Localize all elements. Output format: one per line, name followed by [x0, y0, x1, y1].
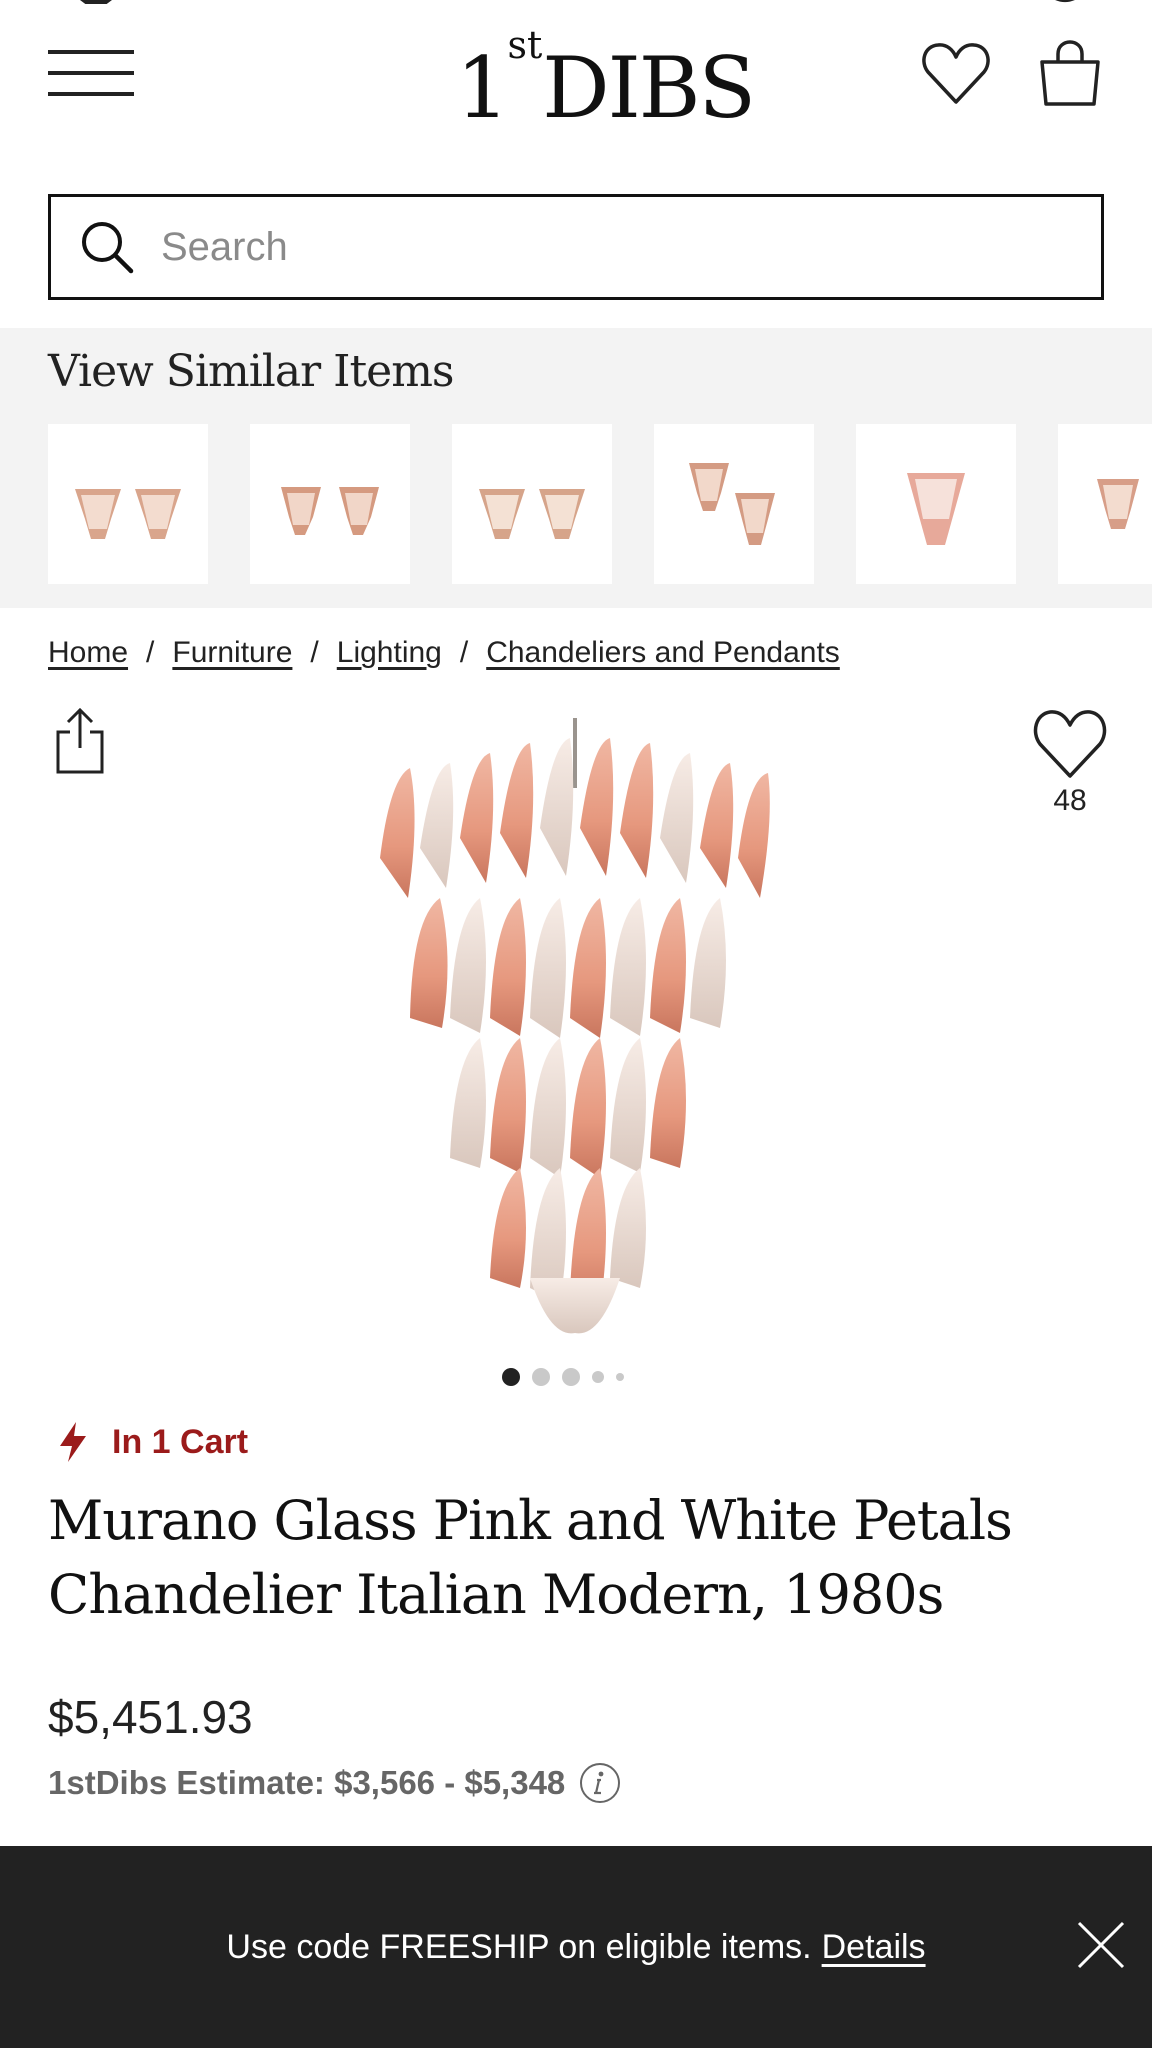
menu-button[interactable] — [48, 48, 134, 98]
lightning-bolt-icon — [60, 1422, 86, 1462]
estimate-text: 1stDibs Estimate: $3,566 - $5,348 — [48, 1764, 566, 1801]
account-icon[interactable] — [66, 0, 126, 8]
hamburger-menu-icon — [48, 50, 134, 54]
promo-banner: Use code FREESHIP on eligible items. Det… — [0, 1846, 1152, 2048]
site-logo[interactable]: 1stDIBS — [456, 23, 756, 133]
similar-items-carousel[interactable] — [48, 424, 1152, 584]
similar-items-section: View Similar Items — [0, 328, 1152, 608]
in-cart-text: In 1 Cart — [112, 1422, 249, 1461]
info-icon[interactable] — [579, 1762, 621, 1804]
hamburger-line — [48, 71, 134, 75]
product-title-line: Chandelier Italian Modern, 1980s — [48, 1563, 944, 1626]
similar-item-thumbnail[interactable] — [1058, 424, 1152, 584]
logo-rest: DIBS — [542, 39, 756, 137]
site-header: 1stDIBS — [0, 0, 1152, 160]
hamburger-line — [48, 92, 134, 96]
heart-icon[interactable] — [920, 38, 992, 110]
close-icon[interactable] — [1076, 1920, 1126, 1970]
chandelier-pair-image — [75, 489, 181, 539]
image-carousel-dots — [502, 1368, 624, 1386]
favorite-count: 48 — [1053, 784, 1087, 817]
chandelier-pair-image — [1097, 479, 1139, 529]
breadcrumb-chandeliers[interactable]: Chandeliers and Pendants — [486, 636, 840, 670]
breadcrumb-separator: / — [146, 636, 155, 669]
promo-content: Use code FREESHIP on eligible items. Det… — [0, 1846, 1152, 2048]
breadcrumb-lighting[interactable]: Lighting — [337, 636, 442, 670]
search-icon — [82, 222, 134, 274]
similar-item-thumbnail[interactable] — [48, 424, 208, 584]
breadcrumb: Home / Furniture / Lighting / Chandelier… — [48, 636, 840, 670]
search-bar[interactable] — [48, 194, 1104, 300]
favorite-heart-icon[interactable] — [1030, 704, 1110, 784]
chandelier-image — [907, 473, 965, 545]
product-title-line: Murano Glass Pink and White Petals — [48, 1489, 1013, 1552]
price-estimate: 1stDibs Estimate: $3,566 - $5,348 — [48, 1762, 621, 1804]
breadcrumb-furniture[interactable]: Furniture — [172, 636, 292, 670]
carousel-dot[interactable] — [532, 1368, 550, 1386]
shopping-bag-icon[interactable] — [1034, 38, 1106, 110]
similar-item-thumbnail[interactable] — [856, 424, 1016, 584]
carousel-dot-active[interactable] — [502, 1368, 520, 1386]
share-icon[interactable] — [52, 704, 108, 776]
product-title: Murano Glass Pink and White Petals Chand… — [48, 1484, 1108, 1632]
search-input[interactable] — [161, 224, 1061, 270]
chandelier-pair-image — [689, 463, 775, 545]
breadcrumb-separator: / — [459, 636, 469, 669]
similar-items-title: View Similar Items — [48, 346, 454, 397]
logo-sup: st — [507, 23, 543, 67]
carousel-dot[interactable] — [562, 1368, 580, 1386]
in-cart-indicator: In 1 Cart — [56, 1420, 248, 1464]
promo-text: Use code FREESHIP on eligible items. — [226, 1927, 812, 1966]
similar-item-thumbnail[interactable] — [250, 424, 410, 584]
chat-icon[interactable] — [1040, 0, 1090, 8]
chandelier-pair-image — [479, 489, 585, 539]
carousel-dot[interactable] — [616, 1373, 624, 1381]
logo-main: 1 — [456, 39, 509, 137]
breadcrumb-home[interactable]: Home — [48, 636, 128, 670]
product-price: $5,451.93 — [48, 1691, 253, 1743]
breadcrumb-separator: / — [310, 636, 319, 669]
product-image[interactable] — [350, 718, 800, 1338]
promo-details-link[interactable]: Details — [822, 1928, 926, 1967]
chandelier-pair-image — [281, 487, 379, 535]
carousel-dot[interactable] — [592, 1371, 604, 1383]
similar-item-thumbnail[interactable] — [452, 424, 612, 584]
similar-item-thumbnail[interactable] — [654, 424, 814, 584]
